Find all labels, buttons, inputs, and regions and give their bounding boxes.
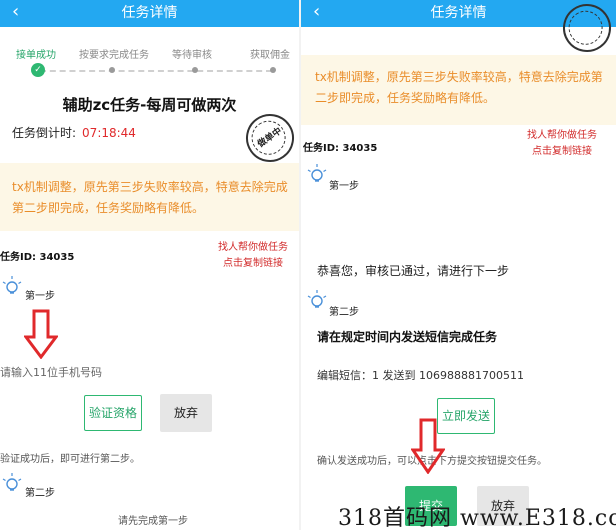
phone-input[interactable]: 请输入11位手机号码 xyxy=(0,364,200,380)
page-title: 任务详情 xyxy=(121,5,178,21)
check-icon: ✓ xyxy=(31,63,45,77)
helper-line2: 点击复制链接 xyxy=(223,258,283,269)
header-bar: ‹ 任务详情 xyxy=(0,0,299,27)
step-label-complete: 按要求完成任务 xyxy=(79,50,149,61)
countdown: 任务倒计时: 07:18:44 xyxy=(12,124,136,141)
step-label-review: 等待审核 xyxy=(172,50,212,61)
helper-line1: 找人帮你做任务 xyxy=(218,242,288,253)
approval-message: 恭喜您，审核已通过，请进行下一步 xyxy=(317,264,510,278)
copy-link-button[interactable]: 找人帮你做任务 点击复制链接 xyxy=(218,240,288,272)
notice-banner: tx机制调整，原先第三步失败率较高，特意去除完成第二步即完成，任务奖励略有降低。 xyxy=(0,163,299,231)
step1-label: 第一步 xyxy=(329,181,359,192)
lightbulb-icon xyxy=(307,290,327,308)
complete-first-hint: 请先完成第一步 xyxy=(118,516,188,527)
send-now-button[interactable]: 立即发送 xyxy=(437,398,495,434)
helper-line2: 点击复制链接 xyxy=(532,146,592,157)
lightbulb-icon xyxy=(307,164,327,182)
lightbulb-icon xyxy=(2,473,22,491)
step-dot xyxy=(109,67,115,73)
helper-line1: 找人帮你做任务 xyxy=(527,130,597,141)
copy-link-button[interactable]: 找人帮你做任务 点击复制链接 xyxy=(527,128,597,160)
verify-hint: 验证成功后，即可进行第二步。 xyxy=(0,454,140,465)
step-label-accepted: 接单成功 xyxy=(16,50,56,61)
step-dot xyxy=(270,67,276,73)
red-down-arrow-icon xyxy=(411,418,445,474)
step-connector xyxy=(40,70,272,72)
step1-label: 第一步 xyxy=(25,291,55,302)
countdown-value: 07:18:44 xyxy=(82,126,136,140)
edit-sms-text: 编辑短信：1 发送到 106988881700511 xyxy=(317,369,524,382)
verify-button[interactable]: 验证资格 xyxy=(84,395,142,431)
sms-instruction: 请在规定时间内发送短信完成任务 xyxy=(317,330,498,344)
red-down-arrow-icon xyxy=(24,309,58,359)
site-watermark: 318首码网 www.E318.com xyxy=(338,506,616,531)
task-title: 辅助zc任务-每周可做两次 xyxy=(62,96,237,114)
step2-label: 第二步 xyxy=(329,307,359,318)
abandon-button[interactable]: 放弃 xyxy=(160,394,212,432)
step-dot xyxy=(192,67,198,73)
countdown-label: 任务倒计时: xyxy=(12,126,77,140)
progress-steps: 接单成功 按要求完成任务 等待审核 获取佣金 ✓ xyxy=(0,46,299,86)
step2-label: 第二步 xyxy=(25,488,55,499)
notice-banner: tx机制调整，原先第三步失败率较高，特意去除完成第二步即完成，任务奖励略有降低。 xyxy=(301,55,616,125)
lightbulb-icon xyxy=(2,276,22,294)
right-screen: ‹ 任务详情 tx机制调整，原先第三步失败率较高，特意去除完成第二步即完成，任务… xyxy=(301,0,616,530)
task-id: 任务ID: 34035 xyxy=(303,143,378,154)
left-screen: ‹ 任务详情 接单成功 按要求完成任务 等待审核 获取佣金 ✓ 辅助zc任务-每… xyxy=(0,0,299,530)
task-id: 任务ID: 34035 xyxy=(0,252,75,263)
step-label-reward: 获取佣金 xyxy=(250,50,290,61)
